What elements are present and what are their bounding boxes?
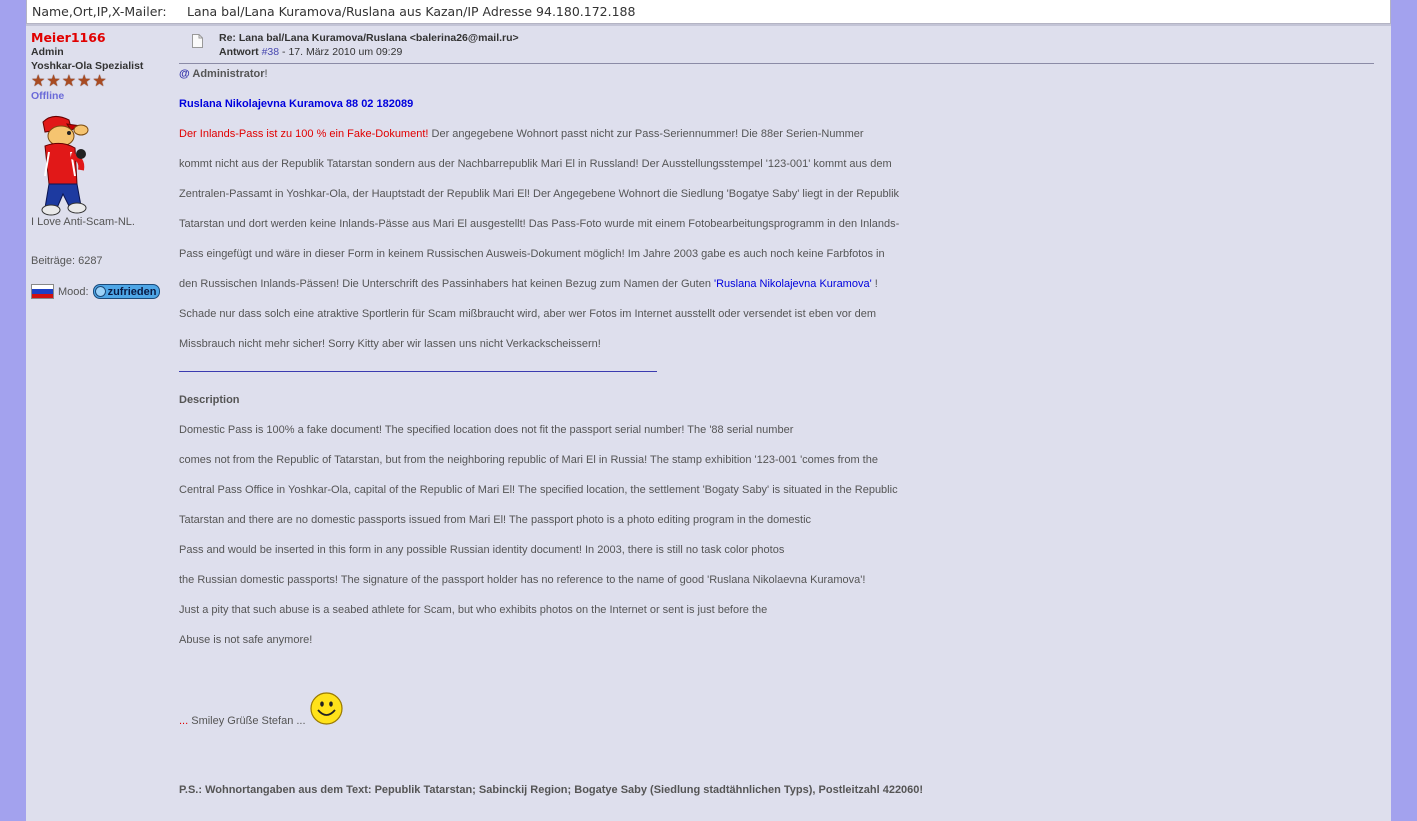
en-line-5: Pass and would be inserted in this form … bbox=[179, 544, 785, 556]
header-divider bbox=[26, 24, 1391, 26]
post-subject-link[interactable]: Re: Lana bal/Lana Kuramova/Ruslana <bale… bbox=[219, 32, 519, 44]
signature-text: Smiley Grüße Stefan ... bbox=[188, 715, 306, 727]
passport-name-line: Ruslana Nikolajevna Kuramova 88 02 18208… bbox=[179, 98, 414, 110]
signature-line: ... Smiley Grüße Stefan ... bbox=[179, 715, 306, 727]
post-divider bbox=[179, 63, 1374, 64]
en-line-2: comes not from the Republic of Tatarstan… bbox=[179, 454, 878, 466]
signature-dots: ... bbox=[179, 715, 189, 727]
user-rank: Yoshkar-Ola Spezialist bbox=[31, 60, 144, 72]
section-separator bbox=[179, 371, 657, 372]
rank-stars: ★ ★ ★ ★ ★ bbox=[31, 74, 171, 90]
user-profile-panel: Meier1166 Admin Yoshkar-Ola Spezialist ★… bbox=[31, 30, 171, 299]
header-value: Lana bal/Lana Kuramova/Ruslana aus Kazan… bbox=[187, 4, 636, 19]
de-line-1-rest: Der angegebene Wohnort passt nicht zur P… bbox=[428, 128, 864, 140]
star-icon: ★ bbox=[92, 73, 107, 90]
mood-value: zufrieden bbox=[107, 285, 157, 298]
de-line-6: den Russischen Inlands-Pässen! Die Unter… bbox=[179, 278, 878, 290]
mention-excl: ! bbox=[264, 68, 268, 80]
en-line-8: Abuse is not safe anymore! bbox=[179, 634, 313, 646]
ps-note: P.S.: Wohnortangaben aus dem Text: Pepub… bbox=[179, 784, 924, 796]
mood-row: Mood: zufrieden bbox=[31, 284, 161, 299]
username-link[interactable]: Meier1166 bbox=[31, 30, 171, 45]
mention-at: @ bbox=[179, 68, 190, 80]
avatar[interactable] bbox=[31, 114, 111, 216]
smiley-icon bbox=[94, 286, 106, 297]
de-line-6-pre: den Russischen Inlands-Pässen! Die Unter… bbox=[179, 278, 715, 290]
mood-badge: zufrieden bbox=[92, 284, 161, 299]
mention-name[interactable]: Administrator bbox=[192, 68, 264, 80]
user-role: Admin bbox=[31, 46, 64, 58]
en-line-1: Domestic Pass is 100% a fake document! T… bbox=[179, 424, 794, 436]
post-meta: Antwort #38 - 17. März 2010 um 09:29 bbox=[219, 46, 402, 58]
post-date: - 17. März 2010 um 09:29 bbox=[282, 46, 403, 58]
star-icon: ★ bbox=[61, 73, 77, 90]
mood-label: Mood: bbox=[58, 285, 89, 298]
de-line-4: Tatarstan und dort werden keine Inlands-… bbox=[179, 218, 900, 230]
forum-page: Name,Ort,IP,X-Mailer: Lana bal/Lana Kura… bbox=[26, 0, 1391, 821]
header-label: Name,Ort,IP,X-Mailer: bbox=[32, 4, 167, 19]
post-count: Beiträge: 6287 bbox=[31, 255, 103, 267]
russia-flag-icon bbox=[31, 284, 54, 299]
en-line-3: Central Pass Office in Yoshkar-Ola, capi… bbox=[179, 484, 898, 496]
de-line-6-post: ! bbox=[871, 278, 878, 290]
star-icon: ★ bbox=[31, 73, 46, 90]
user-signature-slogan: I Love Anti-Scam-NL. bbox=[31, 216, 135, 228]
reply-number-link[interactable]: #38 bbox=[262, 46, 280, 58]
info-header-bar: Name,Ort,IP,X-Mailer: Lana bal/Lana Kura… bbox=[26, 0, 1391, 24]
description-heading: Description bbox=[179, 394, 240, 406]
de-line-7: Schade nur dass solch eine atraktive Spo… bbox=[179, 308, 876, 320]
document-icon bbox=[192, 34, 203, 48]
de-line-3: Zentralen-Passamt in Yoshkar-Ola, der Ha… bbox=[179, 188, 900, 200]
fake-warning: Der Inlands-Pass ist zu 100 % ein Fake-D… bbox=[179, 128, 429, 140]
page-background-right bbox=[1391, 0, 1417, 821]
de-line-5: Pass eingefügt und wäre in dieser Form i… bbox=[179, 248, 885, 260]
mention-line: @ Administrator! bbox=[179, 68, 268, 80]
de-line-2: kommt nicht aus der Republik Tatarstan s… bbox=[179, 158, 892, 170]
online-status: Offline bbox=[31, 90, 65, 102]
reply-label: Antwort bbox=[219, 46, 259, 58]
en-line-4: Tatarstan and there are no domestic pass… bbox=[179, 514, 812, 526]
star-icon: ★ bbox=[46, 73, 61, 90]
de-line-1: Der Inlands-Pass ist zu 100 % ein Fake-D… bbox=[179, 128, 864, 140]
star-icon: ★ bbox=[77, 73, 92, 90]
de-line-8: Missbrauch nicht mehr sicher! Sorry Kitt… bbox=[179, 338, 601, 350]
en-line-7: Just a pity that such abuse is a seabed … bbox=[179, 604, 768, 616]
de-line-6-name: 'Ruslana Nikolajevna Kuramova' bbox=[714, 278, 872, 290]
en-line-6: the Russian domestic passports! The sign… bbox=[179, 574, 866, 586]
smiley-icon bbox=[310, 692, 343, 725]
